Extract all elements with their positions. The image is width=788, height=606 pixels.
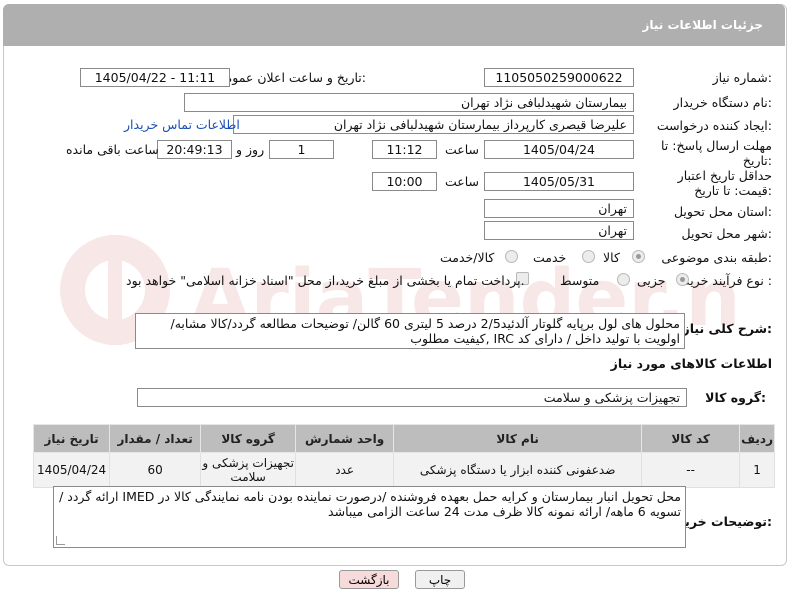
panel-title: جزئیات اطلاعات نیاز	[642, 18, 763, 32]
category-goods-label: کالا	[603, 250, 620, 265]
deadline-label: مهلت ارسال پاسخ: تا تاریخ:	[661, 138, 772, 168]
city-label: شهر محل تحویل:	[681, 226, 772, 241]
col-goods-name: نام کالا	[393, 424, 643, 453]
category-service-label: خدمت	[533, 250, 567, 265]
description-textarea: محلول های لول برپایه گلوتار آلدئید2/5 در…	[135, 313, 685, 349]
buyer-org-label: نام دستگاه خریدار:	[673, 95, 772, 110]
need-number-label: شماره نیاز:	[712, 70, 772, 85]
price-validity-time-label: ساعت	[445, 174, 480, 189]
process-medium-label: متوسط	[560, 273, 600, 288]
buyer-notes-text: محل تحویل انبار بیمارستان و کرایه حمل بع…	[59, 489, 681, 519]
contact-info-link[interactable]: اطلاعات تماس خریدار	[124, 117, 240, 132]
deadline-date-field: 1405/04/24	[484, 140, 634, 159]
treasury-payment-note: پرداخت تمام یا بخشی از مبلغ خرید،از محل …	[126, 273, 525, 288]
buyer-org-field: بیمارستان شهیدلبافی نژاد تهران	[184, 93, 634, 112]
category-service-radio[interactable]	[582, 250, 595, 263]
process-medium-radio[interactable]	[617, 273, 630, 286]
deadline-time-field: 11:12	[372, 140, 437, 159]
col-need-date: تاریخ نیاز	[32, 424, 111, 453]
creator-field: علیرضا قیصری کارپرداز بیمارستان شهیدلباف…	[233, 115, 634, 134]
price-validity-date-field: 1405/05/31	[484, 172, 634, 191]
category-label: طبقه بندی موضوعی:	[661, 250, 772, 265]
cell-unit: عدد	[295, 452, 395, 488]
remaining-time-label: ساعت باقی مانده	[66, 142, 159, 157]
days-label: روز و	[236, 142, 265, 157]
creator-label: ایجاد کننده درخواست:	[656, 118, 772, 133]
resize-handle-icon[interactable]	[56, 536, 65, 545]
city-field: تهران	[484, 221, 634, 240]
cell-goods-group: تجهیزات پزشکی و سلامت	[200, 452, 297, 488]
process-label: نوع فرآیند خرید :	[683, 273, 772, 288]
cell-goods-code: --	[641, 452, 741, 488]
goods-group-label: گروه کالا:	[705, 390, 766, 405]
category-goods-radio[interactable]	[632, 250, 645, 263]
goods-table: ردیف کد کالا نام کالا واحد شمارش گروه کا…	[32, 424, 775, 488]
col-goods-code: کد کالا	[641, 424, 741, 453]
remaining-time-field: 20:49:13	[157, 140, 232, 159]
cell-quantity: 60	[109, 452, 202, 488]
days-remaining-field: 1	[269, 140, 334, 159]
price-validity-label: حداقل تاریخ اعتبار قیمت: تا تاریخ:	[677, 168, 772, 198]
goods-table-header: ردیف کد کالا نام کالا واحد شمارش گروه کا…	[32, 424, 775, 453]
category-goods-service-radio[interactable]	[505, 250, 518, 263]
cell-goods-name: ضدعفونی کننده ابزار یا دستگاه پزشکی	[393, 452, 643, 488]
description-label: شرح کلی نیاز:	[682, 321, 773, 336]
col-goods-group: گروه کالا	[200, 424, 297, 453]
cell-need-date: 1405/04/24	[32, 452, 111, 488]
price-validity-time-field: 10:00	[372, 172, 437, 191]
back-button[interactable]: بازگشت	[339, 570, 399, 589]
col-quantity: تعداد / مقدار	[109, 424, 202, 453]
process-minor-label: جزیی	[637, 273, 666, 288]
process-minor-radio[interactable]	[676, 273, 689, 286]
goods-info-title: اطلاعات کالاهای مورد نیاز	[610, 356, 772, 371]
col-unit: واحد شمارش	[295, 424, 395, 453]
deadline-time-label: ساعت	[445, 142, 480, 157]
province-field: تهران	[484, 199, 634, 218]
announce-datetime-field: 1405/04/22 - 11:11	[80, 68, 230, 87]
goods-group-field: تجهیزات پزشکی و سلامت	[137, 388, 687, 407]
announce-label: تاریخ و ساعت اعلان عمومی:	[215, 70, 366, 85]
buyer-notes-textarea: محل تحویل انبار بیمارستان و کرایه حمل بع…	[53, 486, 686, 548]
col-row-number: ردیف	[739, 424, 775, 453]
need-number-field: 1105050259000622	[484, 68, 634, 87]
category-goods-service-label: کالا/خدمت	[440, 250, 495, 265]
province-label: استان محل تحویل:	[673, 204, 772, 219]
print-button[interactable]: چاپ	[415, 570, 465, 589]
table-row: 1 -- ضدعفونی کننده ابزار یا دستگاه پزشکی…	[32, 452, 775, 488]
panel-header: جزئیات اطلاعات نیاز	[3, 4, 785, 46]
cell-row-number: 1	[739, 452, 775, 488]
